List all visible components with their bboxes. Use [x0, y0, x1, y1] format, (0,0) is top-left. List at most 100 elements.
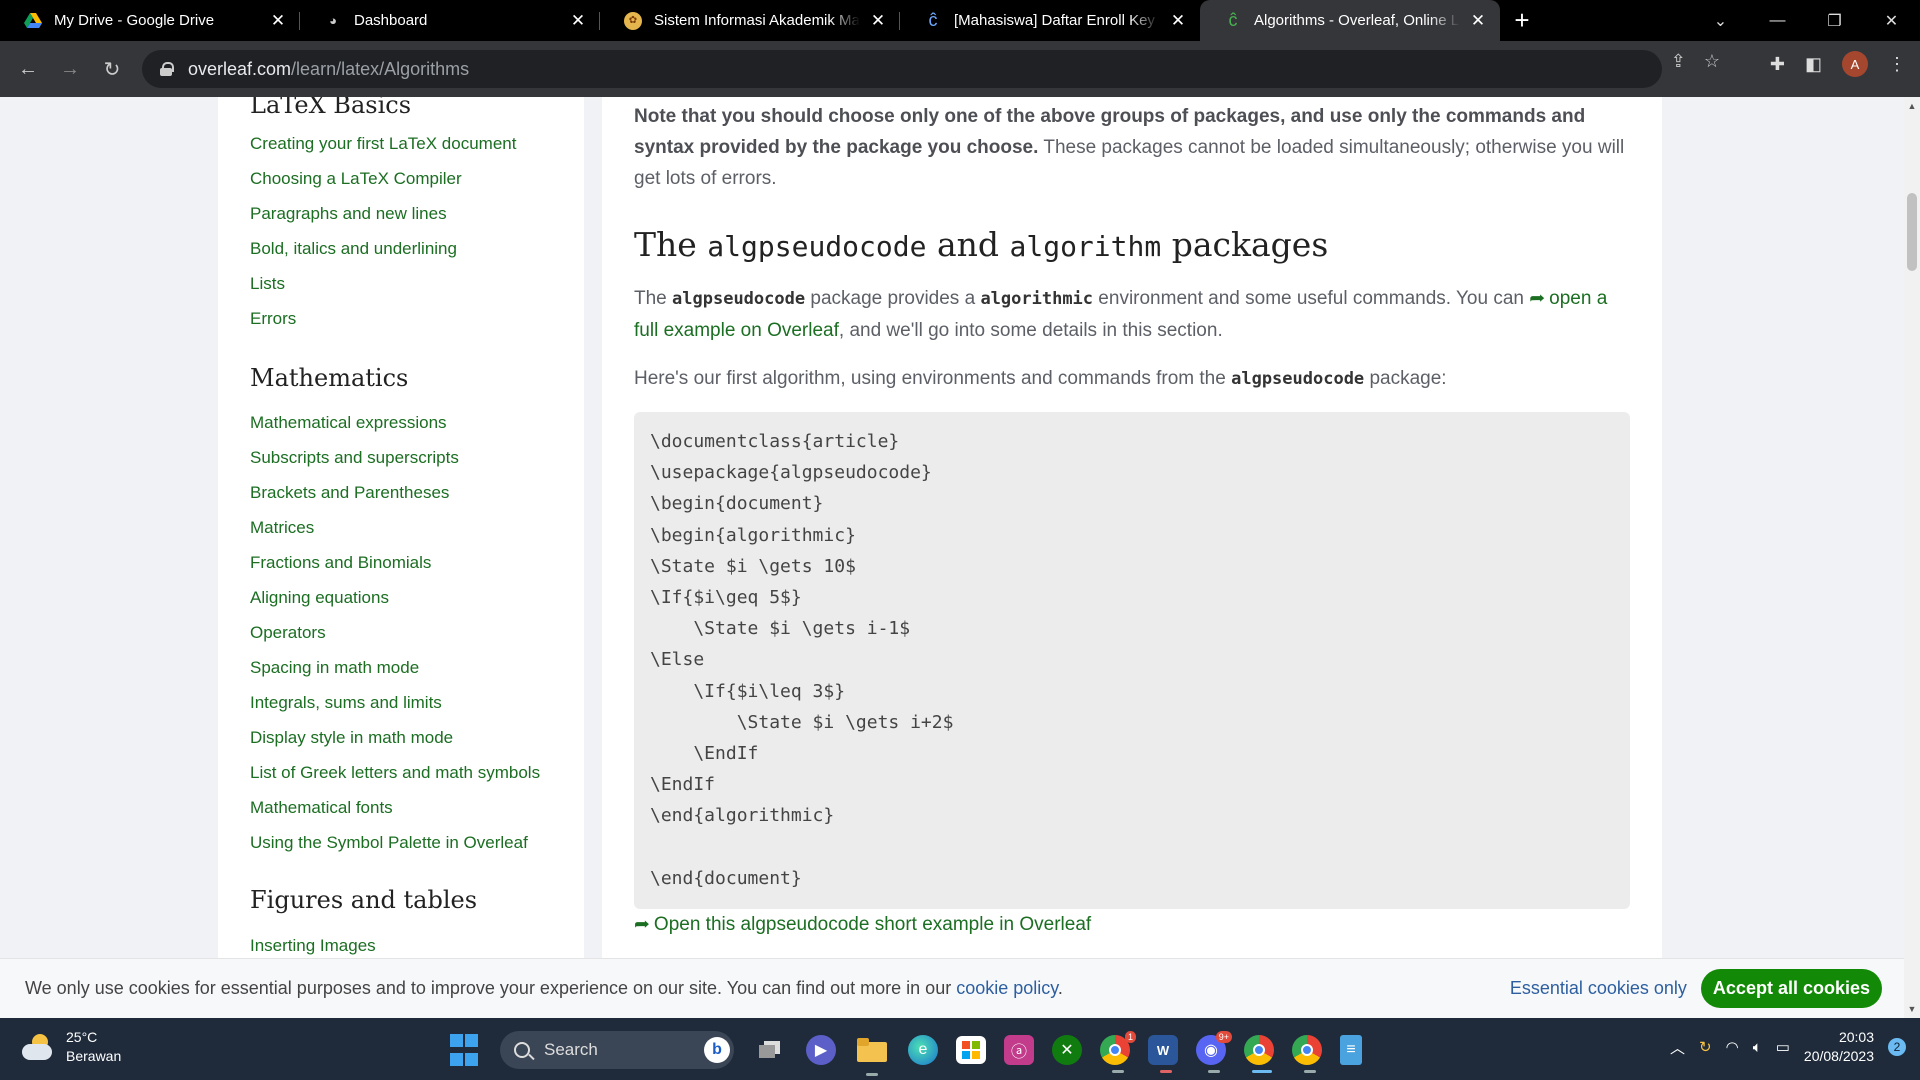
sidebar-link[interactable]: Errors — [218, 308, 584, 343]
sidebar-link[interactable]: Mathematical fonts — [218, 797, 584, 832]
bookmark-star-icon[interactable]: ☆ — [1704, 51, 1720, 72]
notification-count[interactable]: 2 — [1888, 1038, 1906, 1056]
tab-search-icon[interactable]: ⌄ — [1692, 11, 1749, 31]
taskbar-search[interactable]: Search b — [500, 1031, 734, 1069]
restore-icon[interactable]: ❐ — [1806, 11, 1863, 31]
edge-icon[interactable]: e — [908, 1035, 938, 1065]
heading-code: algorithm — [1009, 230, 1162, 263]
close-window-icon[interactable]: ✕ — [1863, 11, 1920, 31]
sidebar-link[interactable]: List of Greek letters and math symbols — [218, 762, 584, 797]
sidebar-link[interactable]: Fractions and Binomials — [218, 552, 584, 587]
app-icon[interactable]: ⓐ — [1004, 1035, 1034, 1065]
sidebar-link[interactable]: Display style in math mode — [218, 727, 584, 762]
partly-cloudy-icon — [20, 1032, 56, 1062]
page-scrollbar[interactable]: ▲ ▼ — [1904, 97, 1920, 1018]
forward-icon[interactable]: → — [50, 49, 90, 89]
bing-icon[interactable]: b — [704, 1037, 730, 1063]
minimize-icon[interactable]: — — [1749, 12, 1806, 30]
volume-icon[interactable]: 🔈︎ — [1753, 1039, 1762, 1056]
sidebar-link[interactable]: Using the Symbol Palette in Overleaf — [218, 832, 584, 867]
scroll-down-icon[interactable]: ▼ — [1904, 1004, 1920, 1014]
chevron-up-icon[interactable]: ︿ — [1670, 1037, 1685, 1058]
heading-text: and — [926, 225, 1010, 264]
close-tab-icon[interactable]: ✕ — [1168, 11, 1188, 31]
tab-dashboard[interactable]: ◕ Dashboard ✕ — [300, 0, 600, 41]
microsoft-store-icon[interactable] — [956, 1036, 986, 1064]
battery-icon[interactable]: ▭ — [1776, 1038, 1790, 1056]
text: , and we'll go into some details in this… — [838, 320, 1223, 341]
discord-icon[interactable]: ◉ 9+ — [1196, 1031, 1232, 1073]
close-tab-icon[interactable]: ✕ — [868, 11, 888, 31]
sidebar-heading-mathematics: Mathematics — [250, 364, 409, 392]
teams-chat-icon[interactable]: ▶ — [806, 1035, 836, 1065]
notepad-icon[interactable]: ≡ — [1340, 1035, 1362, 1065]
cookie-policy-link[interactable]: cookie policy — [956, 978, 1058, 998]
extension-area: ✚ ◧ A ⋮ — [1770, 51, 1906, 77]
wifi-icon[interactable]: ◠ — [1726, 1038, 1739, 1056]
xbox-icon[interactable]: ✕ — [1052, 1035, 1082, 1065]
sidebar-link[interactable]: Bold, italics and underlining — [218, 238, 584, 273]
sidebar-link[interactable]: Creating your first LaTeX document — [218, 133, 584, 168]
weather-widget[interactable]: 25°C Berawan — [20, 1028, 121, 1066]
side-panel-icon[interactable]: ◧ — [1805, 54, 1822, 75]
code-block[interactable]: \documentclass{article} \usepackage{algp… — [634, 412, 1630, 909]
scrollbar-thumb[interactable] — [1907, 193, 1917, 271]
profile-avatar[interactable]: A — [1842, 51, 1868, 77]
url-host: overleaf.com — [188, 58, 292, 79]
sidebar-heading-figures: Figures and tables — [250, 886, 478, 914]
inline-code: algorithmic — [980, 289, 1094, 309]
sidebar-link[interactable]: Spacing in math mode — [218, 657, 584, 692]
chrome-icon[interactable]: 1 — [1100, 1031, 1136, 1073]
essential-cookies-button[interactable]: Essential cookies only — [1510, 978, 1687, 999]
lock-icon[interactable] — [160, 62, 174, 76]
scroll-up-icon[interactable]: ▲ — [1904, 101, 1920, 111]
sidebar-link[interactable]: Integrals, sums and limits — [218, 692, 584, 727]
open-short-example-link[interactable]: ➦ Open this algpseudocode short example i… — [634, 914, 1091, 935]
sync-icon[interactable]: ↻ — [1699, 1038, 1712, 1056]
clock[interactable]: 20:03 20/08/2023 — [1804, 1028, 1874, 1066]
close-tab-icon[interactable]: ✕ — [1468, 11, 1488, 31]
heading-text: The — [634, 225, 708, 264]
file-explorer-icon[interactable] — [854, 1032, 890, 1076]
close-tab-icon[interactable]: ✕ — [268, 11, 288, 31]
chrome-alt-profile-icon[interactable] — [1292, 1035, 1322, 1073]
sidebar-link[interactable]: Operators — [218, 622, 584, 657]
window-controls: ⌄ — ❐ ✕ — [1692, 0, 1920, 41]
clock-time: 20:03 — [1838, 1029, 1874, 1045]
system-tray: ︿ ↻ ◠ 🔈︎ ▭ 20:03 20/08/2023 2 — [1670, 1028, 1906, 1066]
chrome-profile-icon[interactable] — [1244, 1035, 1274, 1073]
close-tab-icon[interactable]: ✕ — [568, 11, 588, 31]
sidebar-link[interactable]: Matrices — [218, 517, 584, 552]
sidebar-link[interactable]: Subscripts and superscripts — [218, 447, 584, 482]
sidebar-link[interactable]: Mathematical expressions — [218, 412, 584, 447]
new-tab-button[interactable]: + — [1500, 0, 1544, 41]
tab-enroll-key[interactable]: ĉ [Mahasiswa] Daftar Enroll Key BRONE ✕ — [900, 0, 1200, 41]
page-viewport: LaTeX Basics Creating your first LaTeX d… — [0, 97, 1904, 1018]
tab-siakad[interactable]: ✿ Sistem Informasi Akademik Mahasiswa ✕ — [600, 0, 900, 41]
text: Here's our first algorithm, using enviro… — [634, 368, 1232, 389]
sidebar-link[interactable]: Brackets and Parentheses — [218, 482, 584, 517]
sidebar-link[interactable]: Aligning equations — [218, 587, 584, 622]
share-icon[interactable]: ⇪ — [1671, 51, 1686, 72]
sidebar-link[interactable]: Paragraphs and new lines — [218, 203, 584, 238]
taskbar-apps: Search b ▶ e ⓐ ✕ 1 W ◉ 9+ ≡ — [446, 1031, 1362, 1076]
intro-paragraph: The algpseudocode package provides a alg… — [634, 283, 1630, 346]
menu-kebab-icon[interactable]: ⋮ — [1888, 54, 1906, 75]
word-icon[interactable]: W — [1148, 1035, 1178, 1073]
example-intro: Here's our first algorithm, using enviro… — [634, 363, 1630, 395]
cookie-text: . — [1057, 978, 1063, 998]
tab-overleaf-algorithms[interactable]: ĉ Algorithms - Overleaf, Online LaTeX ✕ — [1200, 0, 1500, 41]
extensions-puzzle-icon[interactable]: ✚ — [1770, 54, 1785, 75]
sidebar-link[interactable]: Lists — [218, 273, 584, 308]
task-view-icon[interactable] — [752, 1032, 788, 1068]
back-icon[interactable]: ← — [8, 49, 48, 89]
text: package provides a — [805, 288, 981, 309]
address-bar[interactable]: overleaf.com/learn/latex/Algorithms — [142, 50, 1662, 88]
accept-all-cookies-button[interactable]: Accept all cookies — [1700, 969, 1882, 1008]
notification-badge: 9+ — [1215, 1031, 1232, 1043]
tab-google-drive[interactable]: My Drive - Google Drive ✕ — [0, 0, 300, 41]
sidebar-link[interactable]: Choosing a LaTeX Compiler — [218, 168, 584, 203]
start-button[interactable] — [446, 1032, 482, 1068]
package-note: Note that you should choose only one of … — [634, 101, 1630, 194]
reload-icon[interactable]: ↻ — [92, 49, 132, 89]
